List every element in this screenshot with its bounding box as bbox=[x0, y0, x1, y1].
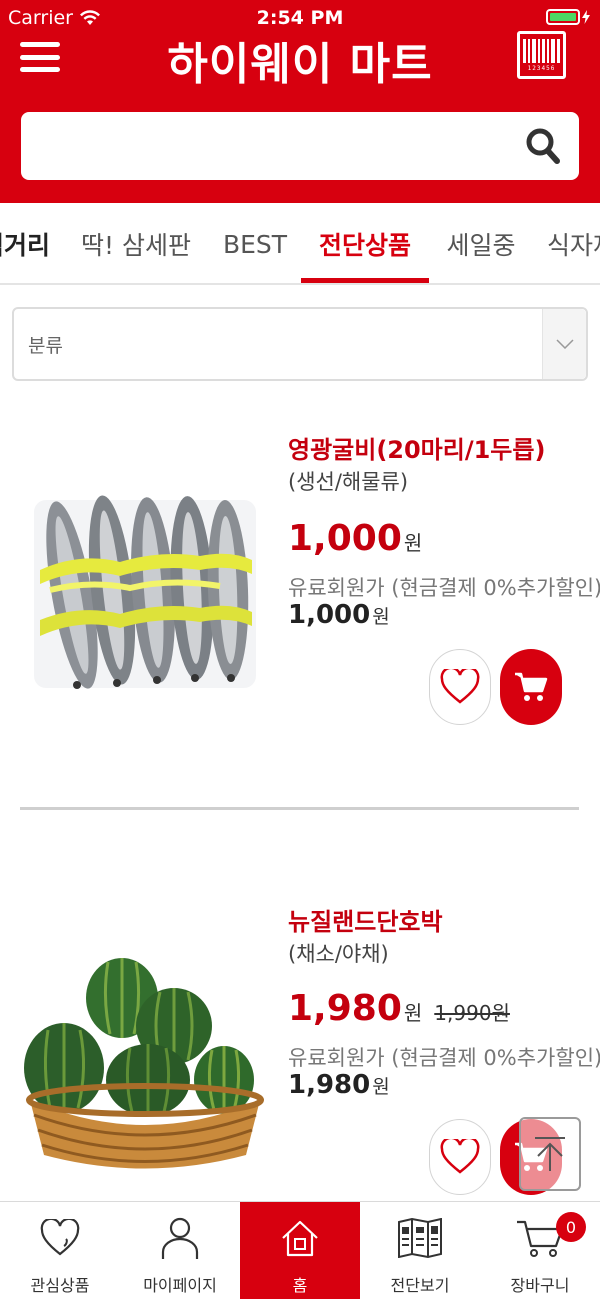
product-category: (채소/야채) bbox=[288, 942, 389, 966]
nav-label: 마이페이지 bbox=[143, 1276, 217, 1295]
member-currency-label: 원 bbox=[372, 606, 390, 628]
search-input[interactable] bbox=[21, 112, 513, 180]
flyer-icon bbox=[396, 1214, 444, 1262]
tab-best[interactable]: BEST bbox=[214, 203, 296, 283]
barcode-scan-button[interactable]: 123456 bbox=[517, 31, 566, 79]
heart-icon bbox=[440, 1139, 480, 1174]
product-price: 1,000 원 bbox=[288, 518, 422, 559]
home-icon bbox=[276, 1214, 324, 1262]
product-category: (생선/해물류) bbox=[288, 470, 409, 494]
wishlist-button[interactable] bbox=[429, 1119, 491, 1195]
battery-icon bbox=[546, 9, 590, 25]
product-divider bbox=[20, 807, 579, 810]
product-name[interactable]: 영광굴비(20마리/1두릅) bbox=[288, 430, 545, 465]
product-image[interactable] bbox=[20, 480, 270, 710]
search-bar bbox=[21, 112, 579, 180]
member-price-value: 1,000 bbox=[288, 600, 371, 630]
barcode-icon bbox=[523, 38, 560, 63]
currency-label: 원 bbox=[403, 1001, 423, 1025]
member-currency-label: 원 bbox=[372, 1076, 390, 1098]
cart-count-badge: 0 bbox=[556, 1212, 586, 1242]
nav-label: 관심상품 bbox=[30, 1276, 90, 1295]
category-tabs: 먹거리 딱! 삼세판 BEST 전단상품 세일중 식자재 bbox=[0, 203, 600, 285]
nav-label: 전단보기 bbox=[390, 1276, 450, 1295]
nav-label: 홈 bbox=[292, 1276, 308, 1295]
barcode-digits: 123456 bbox=[527, 64, 556, 72]
heart-icon bbox=[440, 669, 480, 704]
nav-label: 장바구니 bbox=[510, 1276, 570, 1295]
heart-icon bbox=[36, 1214, 84, 1262]
active-tab-indicator bbox=[301, 278, 429, 283]
category-dropdown[interactable]: 분류 bbox=[12, 307, 588, 381]
nav-wishlist[interactable]: 관심상품 bbox=[0, 1202, 120, 1299]
category-dropdown-value: 분류 bbox=[28, 334, 63, 357]
tab-flyer-products[interactable]: 전단상품 bbox=[301, 203, 429, 283]
nav-mypage[interactable]: 마이페이지 bbox=[120, 1202, 240, 1299]
add-to-cart-button[interactable] bbox=[500, 649, 562, 725]
sale-price: 1,980 bbox=[288, 988, 402, 1029]
tab-three-chances[interactable]: 딱! 삼세판 bbox=[66, 203, 206, 283]
tab-on-sale[interactable]: 세일중 bbox=[433, 203, 529, 283]
member-price: 1,980 원 bbox=[288, 1070, 390, 1100]
member-price-label: 유료회원가 (현금결제 0%추가할인) bbox=[288, 576, 600, 600]
scroll-to-top-button[interactable] bbox=[519, 1117, 581, 1191]
app-screen: Carrier 2:54 PM 하이웨이 마트 123456 거리 딱! 삼세판… bbox=[0, 0, 600, 1299]
tab-ingredients[interactable]: 식자재 bbox=[547, 203, 600, 283]
currency-label: 원 bbox=[403, 531, 423, 555]
clock: 2:54 PM bbox=[256, 7, 344, 29]
product-name[interactable]: 뉴질랜드단호박 bbox=[288, 902, 443, 937]
person-icon bbox=[156, 1214, 204, 1262]
cart-icon bbox=[515, 672, 548, 701]
nav-home[interactable]: 홈 bbox=[240, 1202, 360, 1299]
header: Carrier 2:54 PM 하이웨이 마트 123456 bbox=[0, 0, 600, 203]
chevron-down-icon bbox=[542, 309, 586, 379]
app-title: 하이웨이 마트 bbox=[167, 39, 433, 90]
member-price-value: 1,980 bbox=[288, 1070, 371, 1100]
arrow-up-icon bbox=[535, 1137, 565, 1171]
tab-food[interactable]: 먹거리 bbox=[0, 203, 50, 283]
product-image[interactable] bbox=[20, 950, 270, 1180]
member-price: 1,000 원 bbox=[288, 600, 390, 630]
wishlist-button[interactable] bbox=[429, 649, 491, 725]
product-price: 1,980 원 1,990원 bbox=[288, 988, 510, 1029]
sale-price: 1,000 bbox=[288, 518, 402, 559]
search-icon[interactable] bbox=[513, 116, 573, 176]
member-price-label: 유료회원가 (현금결제 0%추가할인) bbox=[288, 1046, 600, 1070]
nav-flyer[interactable]: 전단보기 bbox=[360, 1202, 480, 1299]
original-price: 1,990원 bbox=[434, 1001, 510, 1025]
bottom-navigation: 관심상품 마이페이지 홈 전단보기 장바구니 bbox=[0, 1201, 600, 1299]
